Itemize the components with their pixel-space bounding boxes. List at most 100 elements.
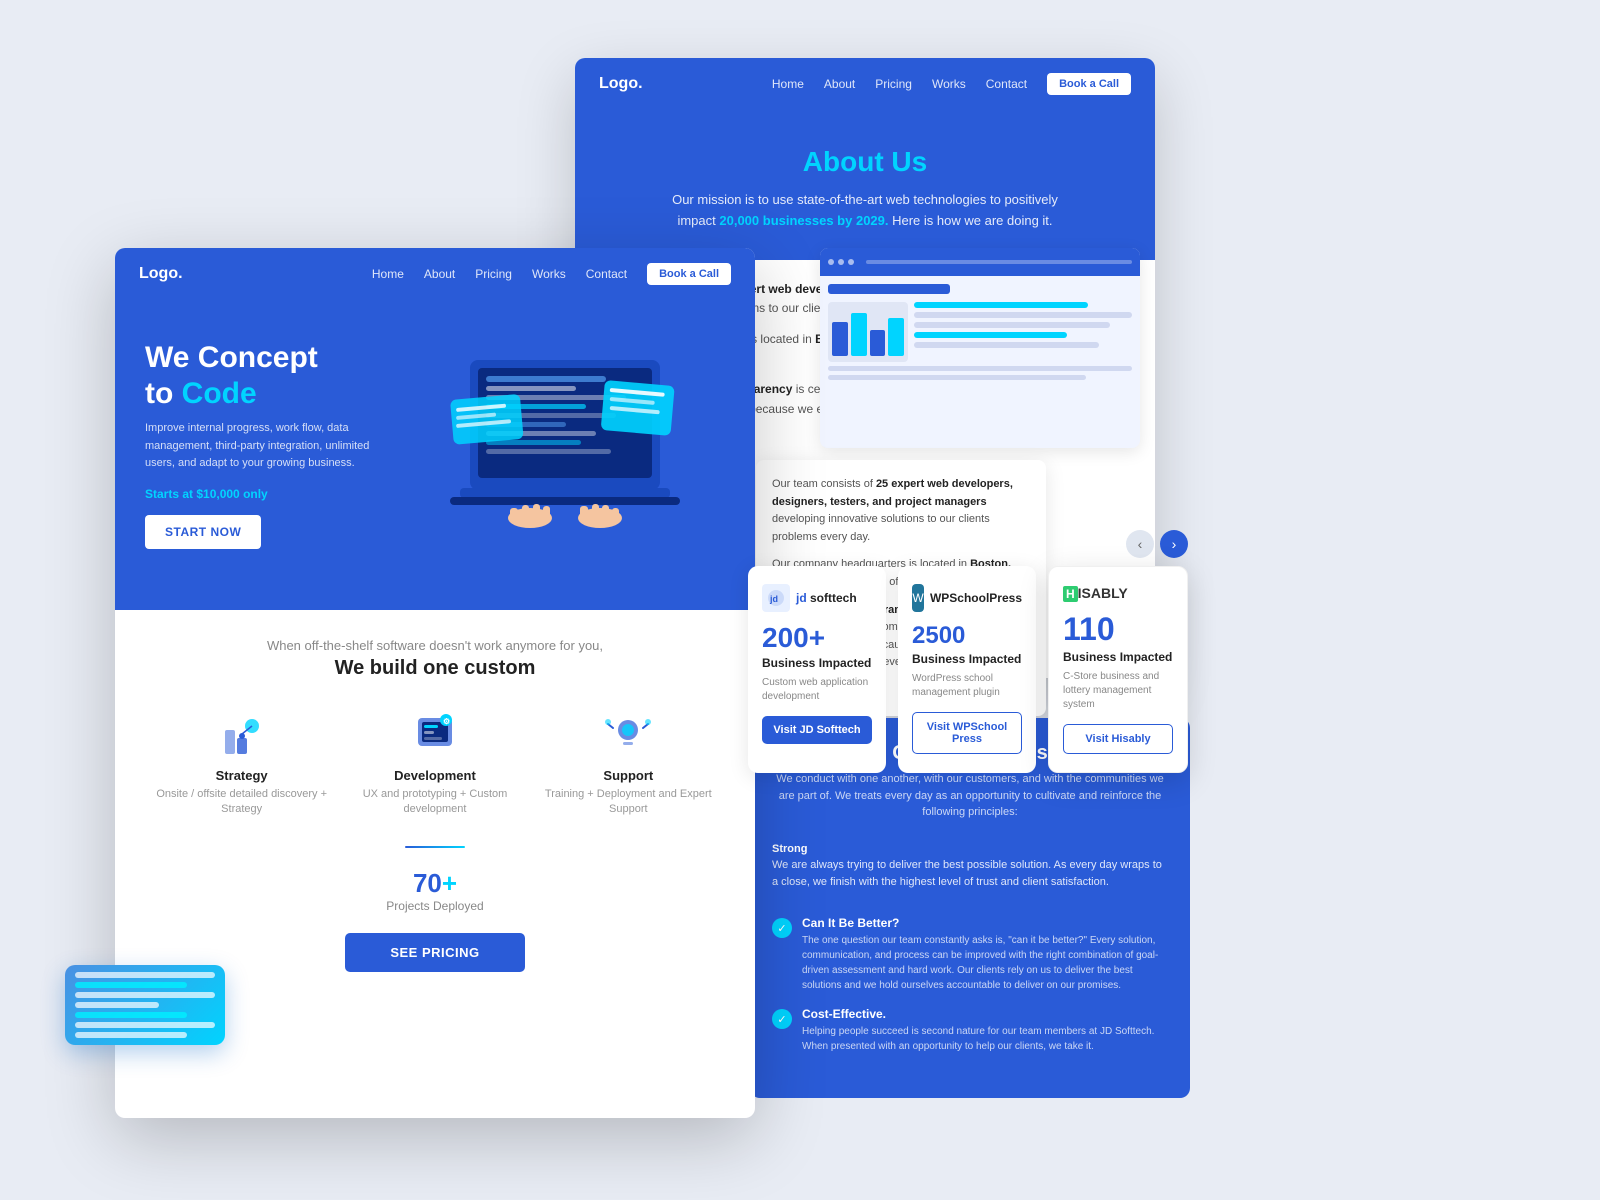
main-nav-home[interactable]: Home <box>372 267 404 281</box>
start-now-button[interactable]: START NOW <box>145 515 261 549</box>
main-nav-pricing[interactable]: Pricing <box>475 267 512 281</box>
preview-line-7 <box>828 375 1086 380</box>
stats-number: 70+ <box>145 868 725 899</box>
jd-logo-area: jd jd softtech <box>762 584 872 612</box>
tagline-sub: When off-the-shelf software doesn't work… <box>145 638 725 653</box>
wp-logo-text: WPSchoolPress <box>930 591 1022 605</box>
better-title: Can It Be Better? <box>802 916 1168 930</box>
cost-content: Cost-Effective. Helping people succeed i… <box>802 1007 1168 1054</box>
code-line-3 <box>75 992 215 998</box>
client-card-jdsofttech: jd jd softtech 200+ Business Impacted Cu… <box>748 566 886 773</box>
about-nav-home[interactable]: Home <box>772 77 804 91</box>
clients-carousel: ‹ › jd jd softtech 200+ Business Impacte… <box>748 530 1188 773</box>
code-line-4 <box>75 1002 159 1008</box>
dot-3 <box>848 259 854 265</box>
carousel-nav: ‹ › <box>748 530 1188 558</box>
main-nav-contact[interactable]: Contact <box>586 267 627 281</box>
preview-line-1 <box>914 302 1088 308</box>
code-line-7 <box>75 1032 187 1038</box>
dot-1 <box>828 259 834 265</box>
laptop-illustration <box>450 350 680 530</box>
about-description: Our mission is to use state-of-the-art w… <box>655 190 1075 232</box>
dashboard-preview <box>820 248 1140 448</box>
core-value-cost: ✓ Cost-Effective. Helping people succeed… <box>772 1007 1168 1054</box>
about-nav-works[interactable]: Works <box>932 77 966 91</box>
core-value-better: ✓ Can It Be Better? The one question our… <box>772 916 1168 993</box>
chart-bars <box>828 302 908 362</box>
main-nav-works[interactable]: Works <box>532 267 566 281</box>
about-nav-pricing[interactable]: Pricing <box>875 77 912 91</box>
about-logo: Logo. <box>599 75 643 93</box>
preview-content <box>820 276 1140 388</box>
client-card-hisably: HISABLY 110 Business Impacted C-Store bu… <box>1048 566 1188 773</box>
services-row: Strategy Onsite / offsite detailed disco… <box>145 708 725 818</box>
stats-section: 70+ Projects Deployed <box>145 868 725 913</box>
stats-label: Projects Deployed <box>145 899 725 913</box>
carousel-next-button[interactable]: › <box>1160 530 1188 558</box>
strategy-title: Strategy <box>145 768 338 783</box>
jd-label: Business Impacted <box>762 656 872 670</box>
development-title: Development <box>338 768 531 783</box>
service-development: ⚙ Development UX and prototyping + Custo… <box>338 708 531 818</box>
development-icon: ⚙ <box>410 708 460 758</box>
bar-1 <box>832 322 848 356</box>
visit-wp-button[interactable]: Visit WPSchool Press <box>912 712 1022 754</box>
jd-number: 200+ <box>762 622 872 654</box>
code-lines <box>65 965 225 1045</box>
about-hero: About Us Our mission is to use state-of-… <box>575 110 1155 260</box>
svg-text:jd: jd <box>769 594 778 604</box>
service-support: Support Training + Deployment and Expert… <box>532 708 725 818</box>
wp-logo-icon: W <box>912 584 924 612</box>
wp-number: 2500 <box>912 622 1022 650</box>
main-nav-about[interactable]: About <box>424 267 455 281</box>
visit-hisably-button[interactable]: Visit Hisably <box>1063 724 1173 754</box>
support-icon <box>603 708 653 758</box>
tagline-main: We build one custom <box>145 657 725 680</box>
preview-line-2 <box>914 312 1132 318</box>
jd-logo-text: jd softtech <box>796 591 857 605</box>
code-line-1 <box>75 972 215 978</box>
client-cards: jd jd softtech 200+ Business Impacted Cu… <box>748 566 1188 773</box>
hero-text: We Concept to Code Improve internal prog… <box>145 340 385 549</box>
main-book-call-button[interactable]: Book a Call <box>647 263 731 285</box>
hisably-desc: C-Store business and lottery management … <box>1063 670 1173 712</box>
hisably-label: Business Impacted <box>1063 650 1173 664</box>
preview-nav-bar <box>820 248 1140 276</box>
about-book-call-button[interactable]: Book a Call <box>1047 73 1131 95</box>
code-line-6 <box>75 1022 215 1028</box>
main-hero: We Concept to Code Improve internal prog… <box>115 300 755 610</box>
hero-title: We Concept to Code <box>145 340 385 412</box>
strategy-desc: Onsite / offsite detailed discovery + St… <box>145 787 338 818</box>
section-divider <box>405 846 465 848</box>
wp-logo-area: W WPSchoolPress <box>912 584 1022 612</box>
main-nav: Logo. Home About Pricing Works Contact B… <box>115 248 755 300</box>
core-values-subtitle: We conduct with one another, with our cu… <box>772 771 1168 821</box>
code-line-2 <box>75 982 187 988</box>
about-nav-contact[interactable]: Contact <box>986 77 1027 91</box>
better-text: The one question our team constantly ask… <box>802 933 1168 993</box>
preview-lines-col <box>914 302 1132 362</box>
floating-code-card <box>65 965 225 1045</box>
dot-2 <box>838 259 844 265</box>
preview-line-4 <box>914 332 1067 338</box>
hero-illustration <box>405 340 725 530</box>
carousel-prev-button[interactable]: ‹ <box>1126 530 1154 558</box>
preview-chart-1 <box>828 302 908 362</box>
support-title: Support <box>532 768 725 783</box>
core-values-list: Strong We are always trying to deliver t… <box>772 841 1168 1055</box>
jd-icon: jd <box>767 589 785 607</box>
preview-row-1 <box>828 284 950 294</box>
cost-text: Helping people succeed is second nature … <box>802 1024 1168 1054</box>
check-icon-better: ✓ <box>772 918 792 938</box>
hero-price: Starts at $10,000 only <box>145 487 385 501</box>
development-desc: UX and prototyping + Custom development <box>338 787 531 818</box>
see-pricing-button[interactable]: SEE PRICING <box>345 933 525 972</box>
hisably-number: 110 <box>1063 611 1173 648</box>
visit-jd-button[interactable]: Visit JD Softtech <box>762 716 872 744</box>
about-nav-about[interactable]: About <box>824 77 855 91</box>
hisably-logo-area: HISABLY <box>1063 585 1173 601</box>
about-title: About Us <box>599 146 1131 178</box>
service-strategy: Strategy Onsite / offsite detailed disco… <box>145 708 338 818</box>
hisably-logo-text: HISABLY <box>1063 585 1128 601</box>
support-desc: Training + Deployment and Expert Support <box>532 787 725 818</box>
